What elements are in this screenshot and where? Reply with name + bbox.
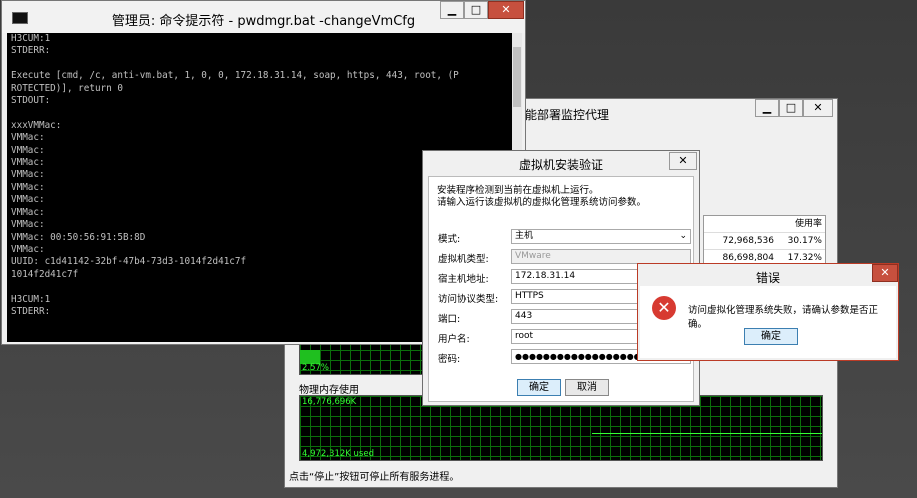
vm-type-label: 虚拟机类型: xyxy=(438,254,489,265)
mode-select[interactable]: 主机 ⌄ xyxy=(511,229,691,244)
close-button[interactable]: ✕ xyxy=(488,1,524,19)
minimize-button[interactable]: ▁ xyxy=(440,1,464,19)
host-label: 宿主机地址: xyxy=(438,274,489,285)
scroll-thumb[interactable] xyxy=(513,47,521,107)
close-button[interactable]: ✕ xyxy=(872,264,898,282)
table-header xyxy=(704,216,778,232)
password-label: 密码: xyxy=(438,354,461,365)
table-header: 使用率 xyxy=(794,219,822,229)
intro-line: 请输入运行该虚拟机的虚拟化管理系统访问参数。 xyxy=(437,197,647,208)
maximize-button[interactable]: □ xyxy=(464,1,488,19)
cpu-graph-label: 2.57% xyxy=(302,363,330,373)
ok-button[interactable]: 确定 xyxy=(517,379,561,396)
port-label: 端口: xyxy=(438,314,461,325)
protocol-label: 访问协议类型: xyxy=(438,294,499,305)
memory-section-title: 物理内存使用 xyxy=(299,385,359,396)
table-cell: 30.17% xyxy=(787,236,822,246)
username-label: 用户名: xyxy=(438,334,470,345)
table-cell: 72,968,536 xyxy=(722,236,774,246)
console-line: VMMac: xyxy=(11,132,45,144)
mode-label: 模式: xyxy=(438,234,461,245)
console-line: Execute [cmd, /c, anti-vm.bat, 1, 0, 0, … xyxy=(11,70,459,82)
dialog-title: 虚拟机安装验证 xyxy=(518,158,603,172)
mode-value: 主机 xyxy=(515,231,534,241)
maximize-button[interactable]: □ xyxy=(779,99,803,117)
close-button[interactable]: ✕ xyxy=(669,152,697,170)
agent-window-title: 能部署监控代理 xyxy=(525,108,610,122)
console-line: xxxVMMac: xyxy=(11,119,62,131)
error-dialog[interactable]: 错误 ✕ ✕ 访问虚拟化管理系统失败，请确认参数是否正确。 确定 xyxy=(637,263,899,361)
console-line: H3CUM:1 xyxy=(11,33,51,44)
chevron-down-icon: ⌄ xyxy=(679,231,687,241)
error-ok-button[interactable]: 确定 xyxy=(744,328,798,345)
error-message: 访问虚拟化管理系统失败，请确认参数是否正确。 xyxy=(688,305,879,330)
memory-total-label: 16,776,696K xyxy=(302,397,357,407)
console-line: ROTECTED)], return 0 xyxy=(11,82,123,94)
dialog-intro: 安装程序检测到当前在虚拟机上运行。 请输入运行该虚拟机的虚拟化管理系统访问参数。 xyxy=(437,185,646,209)
usage-table: 使用率 72,968,536 30.17% 86,698,804 17.32% xyxy=(703,215,826,268)
vm-type-field: VMware xyxy=(511,249,691,264)
close-button[interactable]: ✕ xyxy=(803,99,833,117)
minimize-button[interactable]: ▁ xyxy=(755,99,779,117)
cmd-title-bar[interactable]: 管理员: 命令提示符 - pwdmgr.bat -changeVmCfg ▁ □… xyxy=(2,1,525,33)
table-row: 72,968,536 30.17% xyxy=(704,233,825,250)
memory-used-label: 4,972,312K used xyxy=(302,449,374,459)
status-bar: 点击“停止”按钮可停止所有服务进程。 xyxy=(289,472,460,483)
error-body: ✕ 访问虚拟化管理系统失败，请确认参数是否正确。 确定 xyxy=(640,286,896,358)
console-line: STDERR: xyxy=(11,45,51,57)
console-line: STDOUT: xyxy=(11,95,51,107)
error-icon: ✕ xyxy=(652,296,676,320)
error-dialog-title: 错误 xyxy=(755,271,780,285)
intro-line: 安装程序检测到当前在虚拟机上运行。 xyxy=(437,185,599,196)
cancel-button[interactable]: 取消 xyxy=(565,379,609,396)
